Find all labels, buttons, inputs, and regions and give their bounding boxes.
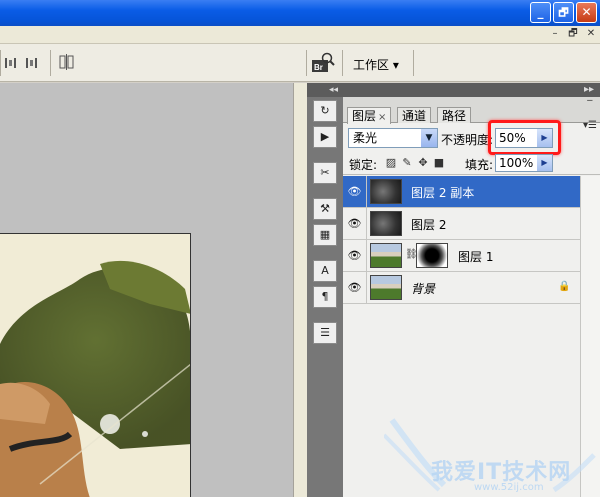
layer-thumbnail xyxy=(370,179,402,204)
window-titlebar: _ 🗗 ✕ xyxy=(0,0,600,26)
tool-presets-icon[interactable]: ✂ xyxy=(313,162,337,184)
layer-comps-icon[interactable]: ▦ xyxy=(313,224,337,246)
tab-layers[interactable]: 图层 × xyxy=(347,107,392,124)
layer-mask-thumbnail[interactable] xyxy=(416,243,448,268)
tab-label: 通道 xyxy=(402,109,427,123)
layer-row[interactable]: 👁 图层 2 xyxy=(343,208,580,240)
paragraph-icon[interactable]: ¶ xyxy=(313,286,337,308)
layer-name: 图层 2 xyxy=(411,218,447,232)
lock-position-icon[interactable]: ✥ xyxy=(417,157,429,169)
options-separator xyxy=(50,50,51,76)
collapse-dock-icon[interactable]: ◂◂ xyxy=(329,83,338,97)
lock-pixels-icon[interactable]: ✎ xyxy=(401,157,413,169)
tab-close-icon[interactable]: × xyxy=(378,112,386,123)
distribute-icon[interactable] xyxy=(4,55,44,71)
dock-tool-buttons: ↻ ▶ ✂ ⚒ ▦ A ¶ ☰ xyxy=(313,100,339,348)
document-close-button[interactable]: ✕ xyxy=(584,28,598,41)
lock-transparency-icon[interactable]: ▨ xyxy=(385,157,397,169)
history-icon[interactable]: ↻ xyxy=(313,100,337,122)
tab-label: 路径 xyxy=(442,109,467,123)
clone-source-icon[interactable]: ⚒ xyxy=(313,198,337,220)
options-separator xyxy=(0,50,1,76)
visibility-eye-icon[interactable]: 👁 xyxy=(343,240,367,272)
actions-icon[interactable]: ▶ xyxy=(313,126,337,148)
layer-row[interactable]: 👁 背景 🔒 xyxy=(343,272,580,304)
window-minimize-button[interactable]: _ xyxy=(530,2,551,23)
layer-name: 图层 1 xyxy=(458,250,494,264)
options-bar: Br 工作区 ▾ xyxy=(0,44,600,82)
options-separator xyxy=(342,50,343,76)
layer-row[interactable]: 👁 ⛓ 图层 1 xyxy=(343,240,580,272)
opacity-label: 不透明度: xyxy=(441,133,494,147)
visibility-eye-icon[interactable]: 👁 xyxy=(343,208,367,240)
panel-dock-header[interactable]: ◂◂ ▸▸ xyxy=(307,83,600,97)
layer-thumbnail xyxy=(370,243,402,268)
options-separator xyxy=(306,50,307,76)
layer-row[interactable]: 👁 图层 2 副本 xyxy=(343,176,580,208)
lock-icon: 🔒 xyxy=(558,281,571,292)
window-restore-button[interactable]: 🗗 xyxy=(553,2,574,23)
watermark-url: www.52ij.com xyxy=(474,482,544,493)
document-controls-row: – 🗗 ✕ xyxy=(0,26,600,44)
lock-label: 锁定: xyxy=(349,158,378,172)
dog-photo xyxy=(0,234,190,497)
tab-channels[interactable]: 通道 xyxy=(397,107,432,123)
lock-all-icon[interactable]: ■ xyxy=(433,157,445,169)
visibility-eye-icon[interactable]: 👁 xyxy=(343,176,367,208)
character-icon[interactable]: A xyxy=(313,260,337,282)
chevron-down-icon[interactable]: ▼ xyxy=(421,129,437,147)
site-watermark: 我爱IT技术网 www.52ij.com xyxy=(382,410,600,497)
tab-paths[interactable]: 路径 xyxy=(437,107,472,123)
notes-icon[interactable]: ☰ xyxy=(313,322,337,344)
blend-mode-select[interactable]: 柔光 ▼ xyxy=(348,128,438,148)
panel-menu-icon[interactable]: ▾☰ xyxy=(583,120,597,131)
tab-label: 图层 xyxy=(352,109,377,123)
svg-text:Br: Br xyxy=(314,63,323,72)
layer-name: 图层 2 副本 xyxy=(411,186,475,200)
fill-slider-arrow-icon[interactable]: ▶ xyxy=(537,155,552,171)
layers-list: 👁 图层 2 副本 👁 图层 2 👁 ⛓ 图层 1 👁 背景 🔒 xyxy=(343,176,580,304)
layer-name: 背景 xyxy=(411,282,436,296)
document-restore-button[interactable]: 🗗 xyxy=(566,28,580,41)
document-vertical-scrollbar[interactable]: ▲ xyxy=(293,83,596,497)
opacity-highlight-annotation xyxy=(488,120,561,155)
document-image[interactable] xyxy=(0,233,191,497)
layer-thumbnail xyxy=(370,211,402,236)
layer-thumbnail xyxy=(370,275,402,300)
lock-row: 锁定: ▨ ✎ ✥ ■ 填充: 100% ▶ xyxy=(343,153,600,175)
fill-value: 100% xyxy=(499,156,534,170)
workspace-menu-button[interactable]: 工作区 ▾ xyxy=(353,56,399,73)
fill-label: 填充: xyxy=(465,158,494,172)
document-minimize-button[interactable]: – xyxy=(548,28,562,41)
panel-minimize-button[interactable]: ‒ xyxy=(587,95,593,106)
options-separator xyxy=(413,50,414,76)
panel-top-bar: ‒ xyxy=(343,95,600,107)
auto-align-icon[interactable] xyxy=(58,54,76,70)
window-close-button[interactable]: ✕ xyxy=(576,2,597,23)
fill-input[interactable]: 100% ▶ xyxy=(495,154,553,172)
visibility-eye-icon[interactable]: 👁 xyxy=(343,272,367,304)
bridge-icon[interactable]: Br xyxy=(311,52,335,74)
blend-mode-value: 柔光 xyxy=(353,131,378,145)
panel-tabs: 图层 × 通道 路径 ▾☰ xyxy=(343,107,600,131)
